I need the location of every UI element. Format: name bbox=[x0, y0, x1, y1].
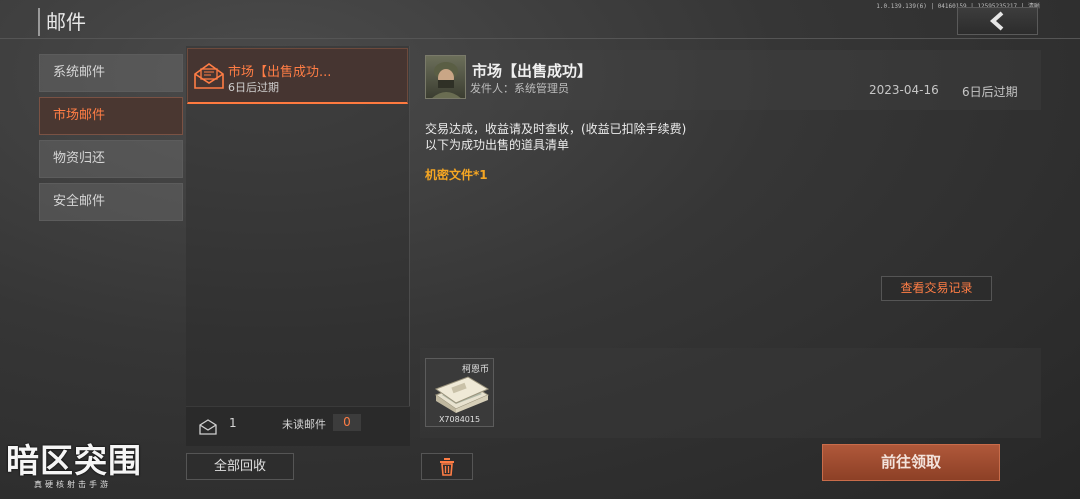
page-title-text: 邮件 bbox=[46, 10, 86, 34]
game-logo-subtitle: 真硬核射击手游 bbox=[34, 480, 111, 489]
sender-avatar bbox=[425, 55, 466, 99]
sidebar-item-label: 物资归还 bbox=[53, 151, 106, 166]
sold-item-line: 机密文件*1 bbox=[425, 168, 488, 182]
sidebar-item-label: 安全邮件 bbox=[53, 194, 106, 209]
sidebar-item-market-mail[interactable]: 市场邮件 bbox=[39, 97, 183, 135]
mail-detail-title: 市场【出售成功】 bbox=[472, 62, 593, 80]
claim-button[interactable]: 前往领取 bbox=[822, 444, 1000, 481]
cash-stack-icon bbox=[434, 376, 490, 413]
attachment-slot[interactable]: 柯恩币 X7084015 bbox=[425, 358, 494, 427]
mail-body-line: 交易达成，收益请及时查收，(收益已扣除手续费) bbox=[425, 122, 687, 136]
attachment-panel: 柯恩币 X7084015 bbox=[420, 348, 1041, 438]
unread-count-badge: 0 bbox=[333, 414, 361, 431]
header-divider bbox=[0, 38, 1080, 39]
unread-mail-label: 未读邮件 bbox=[282, 418, 326, 431]
sidebar-item-security-mail[interactable]: 安全邮件 bbox=[39, 183, 183, 221]
mail-total-count: 1 bbox=[229, 416, 237, 430]
view-trade-history-button[interactable]: 查看交易记录 bbox=[881, 276, 992, 301]
mail-list-item[interactable]: 市场【出售成功... 6日后过期 bbox=[187, 48, 408, 104]
mail-date: 2023-04-16 bbox=[869, 83, 939, 97]
mail-detail-header: 市场【出售成功】 发件人：系统管理员 2023-04-16 6日后过期 bbox=[420, 50, 1041, 110]
mail-sender: 发件人：系统管理员 bbox=[470, 82, 569, 95]
sidebar-item-system-mail[interactable]: 系统邮件 bbox=[39, 54, 183, 92]
mail-expiry: 6日后过期 bbox=[228, 81, 279, 94]
mail-body-line: 以下为成功出售的道具清单 bbox=[425, 138, 570, 152]
mail-subject: 市场【出售成功... bbox=[228, 65, 332, 80]
mail-count-icon bbox=[199, 419, 217, 435]
back-button[interactable] bbox=[957, 7, 1038, 35]
attachment-quantity: X7084015 bbox=[438, 415, 481, 424]
delete-button[interactable] bbox=[421, 453, 473, 480]
sidebar-item-label: 系统邮件 bbox=[53, 65, 106, 80]
page-title: 邮件 bbox=[38, 8, 86, 36]
collect-all-button[interactable]: 全部回收 bbox=[186, 453, 294, 480]
trash-icon bbox=[440, 457, 454, 476]
game-logo: 暗区突围 真硬核射击手游 bbox=[6, 443, 171, 499]
game-logo-title: 暗区突围 bbox=[6, 441, 142, 480]
mail-list-footer: 1 未读邮件 0 bbox=[186, 406, 410, 446]
mail-detail-expiry: 6日后过期 bbox=[962, 85, 1018, 99]
mail-list-panel bbox=[186, 46, 410, 446]
chevron-left-icon bbox=[989, 11, 1003, 31]
sidebar-item-supply-return[interactable]: 物资归还 bbox=[39, 140, 183, 178]
sidebar-item-label: 市场邮件 bbox=[53, 108, 106, 123]
soldier-avatar-icon bbox=[432, 62, 461, 98]
envelope-open-icon bbox=[194, 63, 224, 89]
